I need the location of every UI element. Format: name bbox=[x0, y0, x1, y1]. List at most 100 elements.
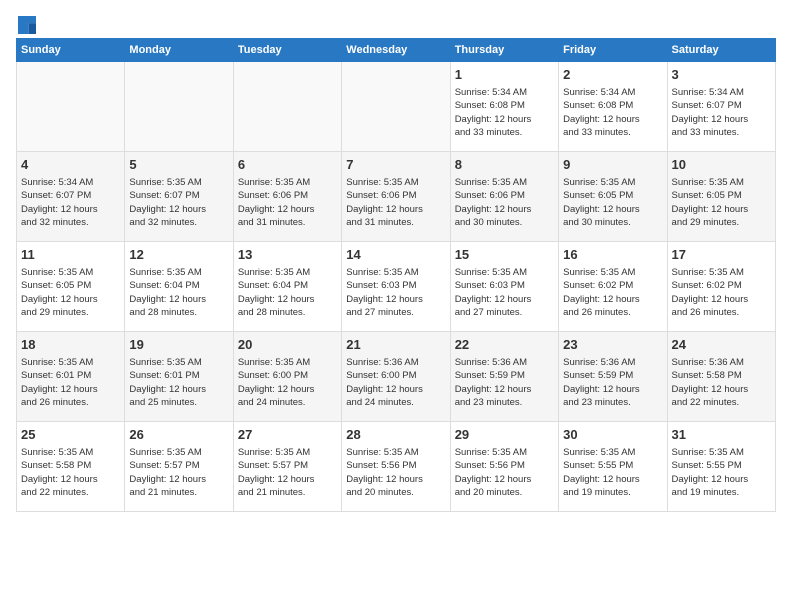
calendar-cell: 22Sunrise: 5:36 AMSunset: 5:59 PMDayligh… bbox=[450, 332, 558, 422]
day-info: Daylight: 12 hours bbox=[455, 473, 554, 486]
day-number: 28 bbox=[346, 426, 445, 444]
day-info: Sunset: 6:05 PM bbox=[563, 189, 662, 202]
day-info: Daylight: 12 hours bbox=[455, 113, 554, 126]
day-info: and 21 minutes. bbox=[129, 486, 228, 499]
day-info: and 19 minutes. bbox=[672, 486, 771, 499]
day-info: Sunset: 5:57 PM bbox=[238, 459, 337, 472]
day-number: 5 bbox=[129, 156, 228, 174]
day-info: Daylight: 12 hours bbox=[672, 293, 771, 306]
calendar-cell: 31Sunrise: 5:35 AMSunset: 5:55 PMDayligh… bbox=[667, 422, 775, 512]
day-info: Daylight: 12 hours bbox=[129, 473, 228, 486]
day-info: and 19 minutes. bbox=[563, 486, 662, 499]
weekday-header-wednesday: Wednesday bbox=[342, 39, 450, 62]
day-info: Sunrise: 5:36 AM bbox=[346, 356, 445, 369]
day-info: Sunset: 6:07 PM bbox=[21, 189, 120, 202]
day-info: and 22 minutes. bbox=[21, 486, 120, 499]
day-number: 21 bbox=[346, 336, 445, 354]
calendar-cell: 8Sunrise: 5:35 AMSunset: 6:06 PMDaylight… bbox=[450, 152, 558, 242]
day-number: 26 bbox=[129, 426, 228, 444]
day-info: Sunrise: 5:34 AM bbox=[455, 86, 554, 99]
day-info: Sunset: 6:08 PM bbox=[455, 99, 554, 112]
day-info: and 20 minutes. bbox=[346, 486, 445, 499]
calendar-cell: 21Sunrise: 5:36 AMSunset: 6:00 PMDayligh… bbox=[342, 332, 450, 422]
calendar-cell: 28Sunrise: 5:35 AMSunset: 5:56 PMDayligh… bbox=[342, 422, 450, 512]
logo-icon bbox=[18, 16, 36, 34]
calendar-cell: 25Sunrise: 5:35 AMSunset: 5:58 PMDayligh… bbox=[17, 422, 125, 512]
day-info: Sunset: 6:06 PM bbox=[346, 189, 445, 202]
calendar-cell: 30Sunrise: 5:35 AMSunset: 5:55 PMDayligh… bbox=[559, 422, 667, 512]
day-info: Daylight: 12 hours bbox=[563, 113, 662, 126]
day-info: Daylight: 12 hours bbox=[563, 383, 662, 396]
day-info: Daylight: 12 hours bbox=[563, 203, 662, 216]
day-info: and 33 minutes. bbox=[672, 126, 771, 139]
day-info: Sunset: 6:02 PM bbox=[672, 279, 771, 292]
day-info: Sunrise: 5:35 AM bbox=[238, 266, 337, 279]
calendar-cell: 7Sunrise: 5:35 AMSunset: 6:06 PMDaylight… bbox=[342, 152, 450, 242]
day-info: Daylight: 12 hours bbox=[21, 293, 120, 306]
day-info: and 21 minutes. bbox=[238, 486, 337, 499]
day-info: Sunrise: 5:35 AM bbox=[238, 356, 337, 369]
day-info: Sunrise: 5:35 AM bbox=[129, 356, 228, 369]
day-info: and 26 minutes. bbox=[21, 396, 120, 409]
day-info: Daylight: 12 hours bbox=[346, 383, 445, 396]
day-info: Daylight: 12 hours bbox=[672, 383, 771, 396]
day-info: Sunset: 6:05 PM bbox=[21, 279, 120, 292]
day-info: Sunrise: 5:35 AM bbox=[129, 266, 228, 279]
day-info: Sunset: 6:04 PM bbox=[238, 279, 337, 292]
day-info: Sunset: 6:08 PM bbox=[563, 99, 662, 112]
day-number: 14 bbox=[346, 246, 445, 264]
day-info: Sunrise: 5:35 AM bbox=[21, 266, 120, 279]
calendar-week-3: 11Sunrise: 5:35 AMSunset: 6:05 PMDayligh… bbox=[17, 242, 776, 332]
calendar-cell: 19 Sunrise: 5:35 AMSunset: 6:01 PMDayligh… bbox=[125, 332, 233, 422]
day-info: Sunrise: 5:36 AM bbox=[672, 356, 771, 369]
day-info: Sunset: 6:06 PM bbox=[455, 189, 554, 202]
day-info: and 33 minutes. bbox=[455, 126, 554, 139]
logo bbox=[16, 16, 36, 30]
day-info: Sunset: 5:55 PM bbox=[672, 459, 771, 472]
day-number: 29 bbox=[455, 426, 554, 444]
day-number: 18 bbox=[21, 336, 120, 354]
day-info: Daylight: 12 hours bbox=[129, 383, 228, 396]
day-number: 27 bbox=[238, 426, 337, 444]
day-info: Sunset: 6:07 PM bbox=[129, 189, 228, 202]
day-info: Sunrise: 5:35 AM bbox=[455, 176, 554, 189]
day-info: Daylight: 12 hours bbox=[346, 293, 445, 306]
day-info: Sunrise: 5:35 AM bbox=[21, 446, 120, 459]
day-info: Sunrise: 5:35 AM bbox=[21, 356, 120, 369]
weekday-header-sunday: Sunday bbox=[17, 39, 125, 62]
day-info: Sunset: 5:58 PM bbox=[21, 459, 120, 472]
day-info: Sunset: 5:57 PM bbox=[129, 459, 228, 472]
day-number: 9 bbox=[563, 156, 662, 174]
weekday-header-tuesday: Tuesday bbox=[233, 39, 341, 62]
calendar-cell: 4Sunrise: 5:34 AMSunset: 6:07 PMDaylight… bbox=[17, 152, 125, 242]
day-info: and 25 minutes. bbox=[129, 396, 228, 409]
day-info: Sunset: 6:01 PM bbox=[129, 369, 228, 382]
calendar-cell: 26Sunrise: 5:35 AMSunset: 5:57 PMDayligh… bbox=[125, 422, 233, 512]
calendar-cell: 11Sunrise: 5:35 AMSunset: 6:05 PMDayligh… bbox=[17, 242, 125, 332]
calendar-header-row: SundayMondayTuesdayWednesdayThursdayFrid… bbox=[17, 39, 776, 62]
day-info: Daylight: 12 hours bbox=[238, 293, 337, 306]
day-info: Sunset: 5:56 PM bbox=[346, 459, 445, 472]
calendar-cell: 9 Sunrise: 5:35 AMSunset: 6:05 PMDaylight… bbox=[559, 152, 667, 242]
day-info: Sunrise: 5:35 AM bbox=[563, 176, 662, 189]
day-info: Daylight: 12 hours bbox=[21, 473, 120, 486]
day-info: Sunrise: 5:35 AM bbox=[346, 176, 445, 189]
day-info: Sunset: 6:00 PM bbox=[238, 369, 337, 382]
calendar-cell bbox=[17, 62, 125, 152]
day-number: 8 bbox=[455, 156, 554, 174]
day-info: Sunrise: 5:35 AM bbox=[455, 446, 554, 459]
weekday-header-saturday: Saturday bbox=[667, 39, 775, 62]
day-info: Daylight: 12 hours bbox=[563, 293, 662, 306]
day-info: and 20 minutes. bbox=[455, 486, 554, 499]
weekday-header-thursday: Thursday bbox=[450, 39, 558, 62]
day-info: Daylight: 12 hours bbox=[238, 383, 337, 396]
day-number: 19 bbox=[129, 336, 228, 354]
day-info: Sunset: 6:01 PM bbox=[21, 369, 120, 382]
day-info: and 27 minutes. bbox=[346, 306, 445, 319]
day-info: Sunset: 6:04 PM bbox=[129, 279, 228, 292]
day-info: Sunset: 5:59 PM bbox=[455, 369, 554, 382]
day-info: Sunrise: 5:35 AM bbox=[563, 266, 662, 279]
day-info: Daylight: 12 hours bbox=[129, 293, 228, 306]
calendar-cell: 16Sunrise: 5:35 AMSunset: 6:02 PMDayligh… bbox=[559, 242, 667, 332]
calendar-cell: 23Sunrise: 5:36 AMSunset: 5:59 PMDayligh… bbox=[559, 332, 667, 422]
